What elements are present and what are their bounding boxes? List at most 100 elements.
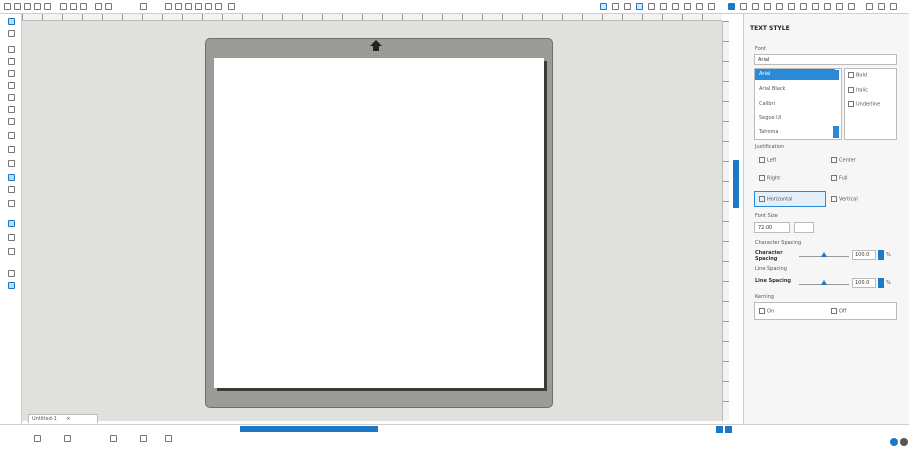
arc-tool-icon[interactable] (8, 106, 15, 113)
library-view-icon[interactable] (8, 282, 15, 289)
justify-center-button[interactable]: Center (831, 157, 856, 164)
design-page-icon[interactable] (600, 3, 607, 10)
delete-icon[interactable] (165, 435, 172, 442)
font-list-item[interactable]: Arial (759, 71, 770, 77)
open-icon[interactable] (14, 3, 21, 10)
font-list-scroll-up[interactable] (833, 70, 839, 80)
eyedropper-icon[interactable] (8, 234, 15, 241)
edit-points-icon[interactable] (8, 30, 15, 37)
font-list-scroll-down[interactable] (833, 126, 839, 138)
library-icon[interactable] (800, 3, 807, 10)
undo-icon[interactable] (95, 3, 102, 10)
redo-icon[interactable] (105, 3, 112, 10)
font-list-item[interactable]: Tahoma (759, 129, 778, 135)
fill-color-icon[interactable] (636, 3, 643, 10)
font-list-item[interactable]: Segoe UI (759, 115, 781, 121)
font-size-apply-button[interactable] (794, 222, 814, 233)
scroll-left-button[interactable] (716, 426, 723, 433)
line-spacing-slider-thumb[interactable] (821, 280, 827, 285)
select-all-icon[interactable] (140, 3, 147, 10)
offset-icon[interactable] (752, 3, 759, 10)
font-list-item[interactable]: Arial Black (759, 86, 785, 92)
zoom-fit-icon[interactable] (185, 3, 192, 10)
vertical-scrollbar[interactable] (733, 160, 739, 208)
line-style-icon[interactable] (660, 3, 667, 10)
kerning-on-button[interactable]: On (759, 308, 774, 315)
paste-icon[interactable] (80, 3, 87, 10)
line-tool-icon[interactable] (8, 46, 15, 53)
save-icon[interactable] (24, 3, 31, 10)
text-style-icon[interactable] (728, 3, 735, 10)
horizontal-scrollbar[interactable] (240, 426, 378, 432)
smooth-tool-icon[interactable] (8, 132, 15, 139)
font-size-input[interactable]: 72.00 (754, 222, 790, 233)
justify-full-button[interactable]: Full (831, 175, 848, 182)
knife-icon[interactable] (776, 3, 783, 10)
regular-polygon-icon[interactable] (8, 146, 15, 153)
style-italic[interactable]: Italic (848, 87, 868, 94)
direction-vertical-button[interactable]: Vertical (831, 196, 858, 203)
store-icon[interactable] (812, 3, 819, 10)
justify-left-button[interactable]: Left (759, 157, 776, 164)
scroll-right-button[interactable] (725, 426, 732, 433)
settings-icon[interactable] (866, 3, 873, 10)
font-search-input[interactable]: Arial (754, 54, 897, 65)
style-bold[interactable]: Bold (848, 72, 867, 79)
send-to-cutter-icon[interactable] (848, 3, 855, 10)
layers-icon[interactable] (824, 3, 831, 10)
tab-close-icon[interactable]: × (66, 416, 70, 422)
fill-panel-icon[interactable] (878, 3, 885, 10)
line-color-icon[interactable] (648, 3, 655, 10)
send-icon[interactable] (44, 3, 51, 10)
modify-icon[interactable] (764, 3, 771, 10)
move-icon[interactable] (228, 3, 235, 10)
image-effects-icon[interactable] (672, 3, 679, 10)
zoom-in-icon[interactable] (165, 3, 172, 10)
new-document-icon[interactable] (4, 3, 11, 10)
line-spacing-stepper[interactable] (878, 278, 884, 288)
duplicate-icon[interactable] (110, 435, 117, 442)
help-icon[interactable] (890, 438, 898, 446)
shape-tool-icon[interactable] (8, 160, 15, 167)
replicate-icon[interactable] (708, 3, 715, 10)
print-icon[interactable] (34, 3, 41, 10)
polygon-tool-icon[interactable] (8, 82, 15, 89)
kerning-off-button[interactable]: Off (831, 308, 846, 315)
ellipse-tool-icon[interactable] (8, 70, 15, 77)
justify-right-button[interactable]: Right (759, 175, 780, 182)
grid-view-icon[interactable] (8, 270, 15, 277)
knife-tool-icon[interactable] (8, 200, 15, 207)
trace-icon[interactable] (684, 3, 691, 10)
page-setup-icon[interactable] (612, 3, 619, 10)
line-spacing-input[interactable]: 100.0 (852, 278, 876, 288)
page-view-icon[interactable] (34, 435, 41, 442)
freehand-tool-icon[interactable] (8, 118, 15, 125)
weld-icon[interactable] (788, 3, 795, 10)
text-tool-icon[interactable] (8, 174, 15, 181)
pointer-icon[interactable] (64, 435, 71, 442)
style-underline[interactable]: Underline (848, 101, 880, 108)
panel-close-icon[interactable] (890, 3, 897, 10)
sketch-icon[interactable] (836, 3, 843, 10)
align-icon[interactable] (740, 3, 747, 10)
cut-mat-view-icon[interactable] (8, 220, 15, 227)
grid-icon[interactable] (624, 3, 631, 10)
copy-icon[interactable] (70, 3, 77, 10)
zoom-selection-icon[interactable] (215, 3, 222, 10)
char-spacing-stepper[interactable] (878, 250, 884, 260)
curve-tool-icon[interactable] (8, 94, 15, 101)
zoom-out-icon[interactable] (175, 3, 182, 10)
document-tab[interactable]: Untitled-1 × (28, 414, 98, 423)
eraser-tool-icon[interactable] (8, 186, 15, 193)
transform-icon[interactable] (696, 3, 703, 10)
cut-icon[interactable] (60, 3, 67, 10)
zoom-page-icon[interactable] (205, 3, 212, 10)
char-spacing-input[interactable]: 100.0 (852, 250, 876, 260)
rectangle-tool-icon[interactable] (8, 58, 15, 65)
media-sheet[interactable] (214, 58, 544, 388)
char-spacing-slider-thumb[interactable] (821, 252, 827, 257)
pixscan-icon[interactable] (8, 248, 15, 255)
group-icon[interactable] (140, 435, 147, 442)
select-tool-icon[interactable] (8, 18, 15, 25)
pan-icon[interactable] (195, 3, 202, 10)
